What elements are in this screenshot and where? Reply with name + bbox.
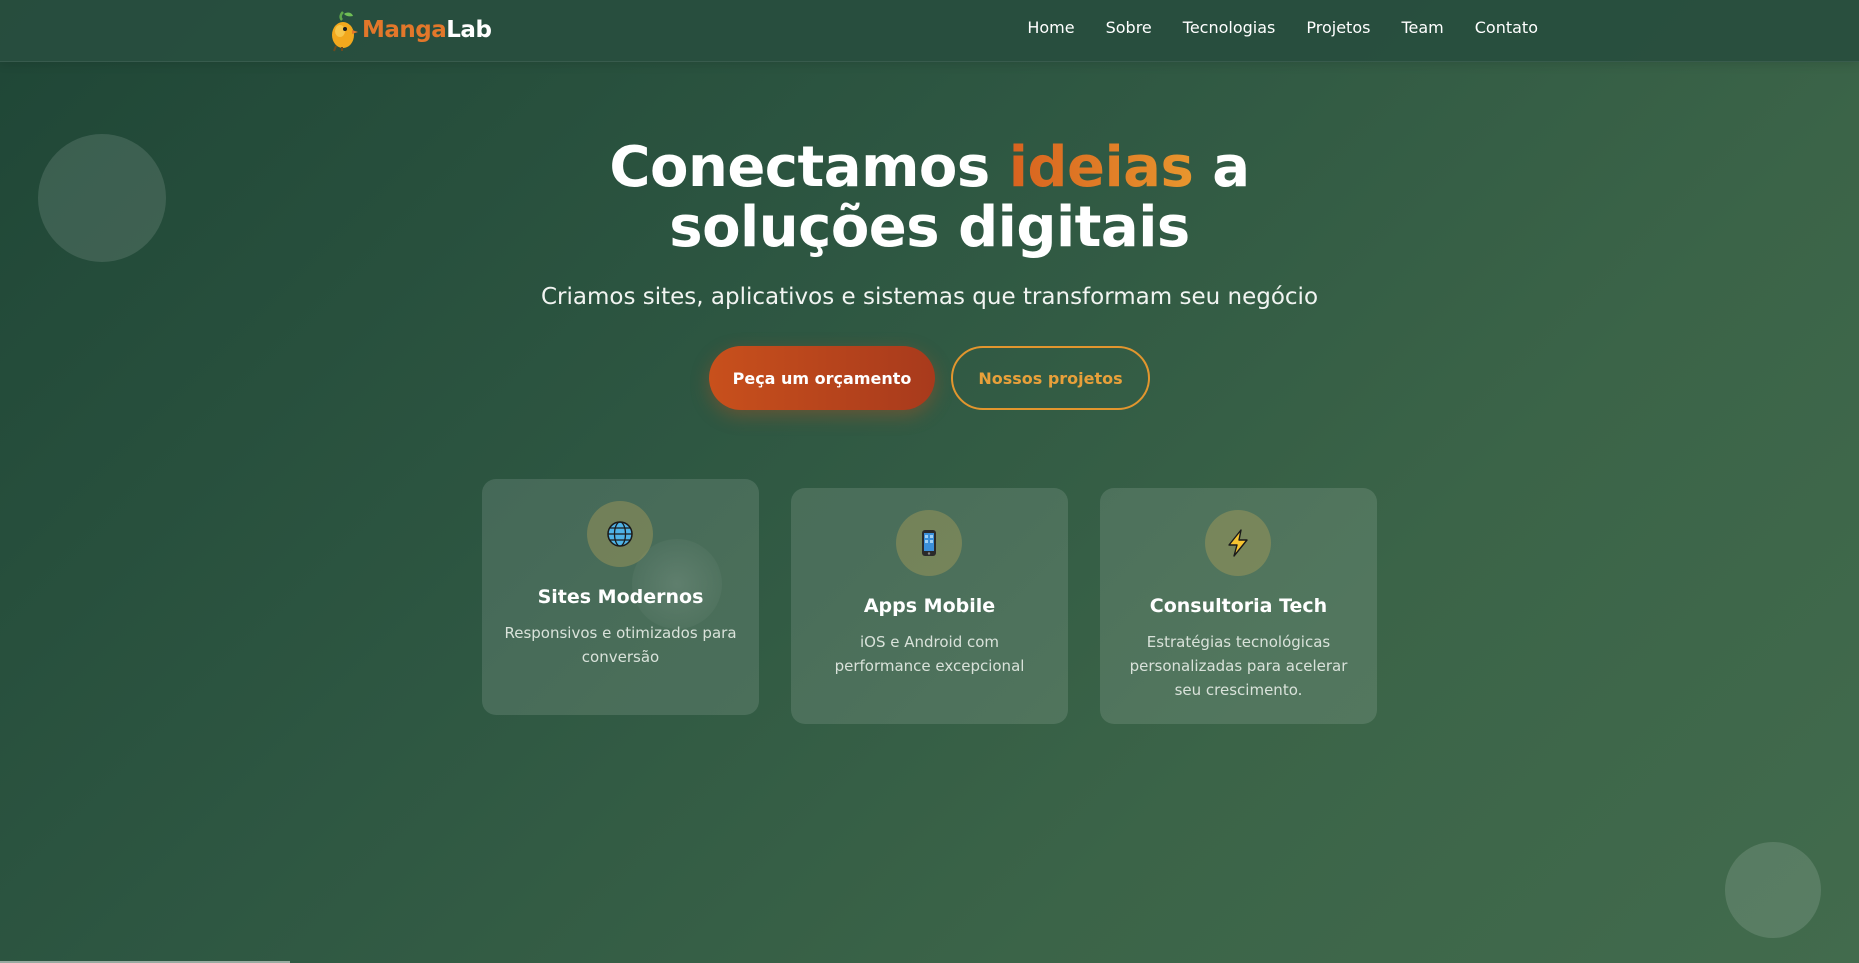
brand-name: MangaLab (362, 17, 492, 43)
nav-item-team[interactable]: Team (1401, 18, 1443, 37)
nav-item-home[interactable]: Home (1027, 18, 1074, 37)
globe-icon (607, 521, 633, 547)
card-icon-badge (587, 501, 653, 567)
card-title: Apps Mobile (863, 595, 996, 617)
lightning-icon (1228, 529, 1248, 557)
card-icon-badge (896, 510, 962, 576)
service-card-sites[interactable]: Sites Modernos Responsivos e otimizados … (482, 479, 759, 715)
service-card-apps[interactable]: Apps Mobile iOS e Android com performanc… (791, 488, 1068, 724)
request-quote-button[interactable]: Peça um orçamento (709, 346, 935, 410)
hero-title: Conectamos ideias a soluções digitais (0, 138, 1859, 258)
card-title: Consultoria Tech (1149, 595, 1328, 617)
brand-name-part1: Manga (362, 17, 447, 43)
card-description: Estratégias tecnológicas personalizadas … (1129, 633, 1348, 699)
decorative-circle (1725, 842, 1821, 938)
brand-name-part2: Lab (446, 17, 492, 43)
our-projects-button[interactable]: Nossos projetos (951, 346, 1150, 410)
hero-title-part1: Conectamos (609, 135, 1009, 200)
service-card-consulting[interactable]: Consultoria Tech Estratégias tecnológica… (1100, 488, 1377, 724)
hero-subtitle: Criamos sites, aplicativos e sistemas qu… (540, 284, 1319, 310)
top-navbar: MangaLab Home Sobre Tecnologias Projetos… (0, 0, 1859, 62)
main-nav: Home Sobre Tecnologias Projetos Team Con… (1027, 18, 1538, 37)
card-title: Sites Modernos (537, 586, 704, 608)
card-description: Responsivos e otimizados para conversão (504, 624, 737, 666)
hero-title-line2: soluções digitais (669, 195, 1190, 260)
nav-item-contato[interactable]: Contato (1475, 18, 1538, 37)
brand-logo[interactable]: MangaLab (326, 8, 492, 52)
mango-bird-icon (332, 11, 358, 52)
nav-item-tecnologias[interactable]: Tecnologias (1183, 18, 1276, 37)
hero-title-part2: a (1193, 135, 1250, 200)
mobile-phone-icon (922, 530, 936, 556)
nav-item-sobre[interactable]: Sobre (1106, 18, 1152, 37)
nav-item-projetos[interactable]: Projetos (1306, 18, 1370, 37)
card-description: iOS e Android com performance excepciona… (834, 633, 1025, 675)
card-icon-badge (1205, 510, 1271, 576)
hero-title-accent: ideias (1008, 135, 1194, 200)
